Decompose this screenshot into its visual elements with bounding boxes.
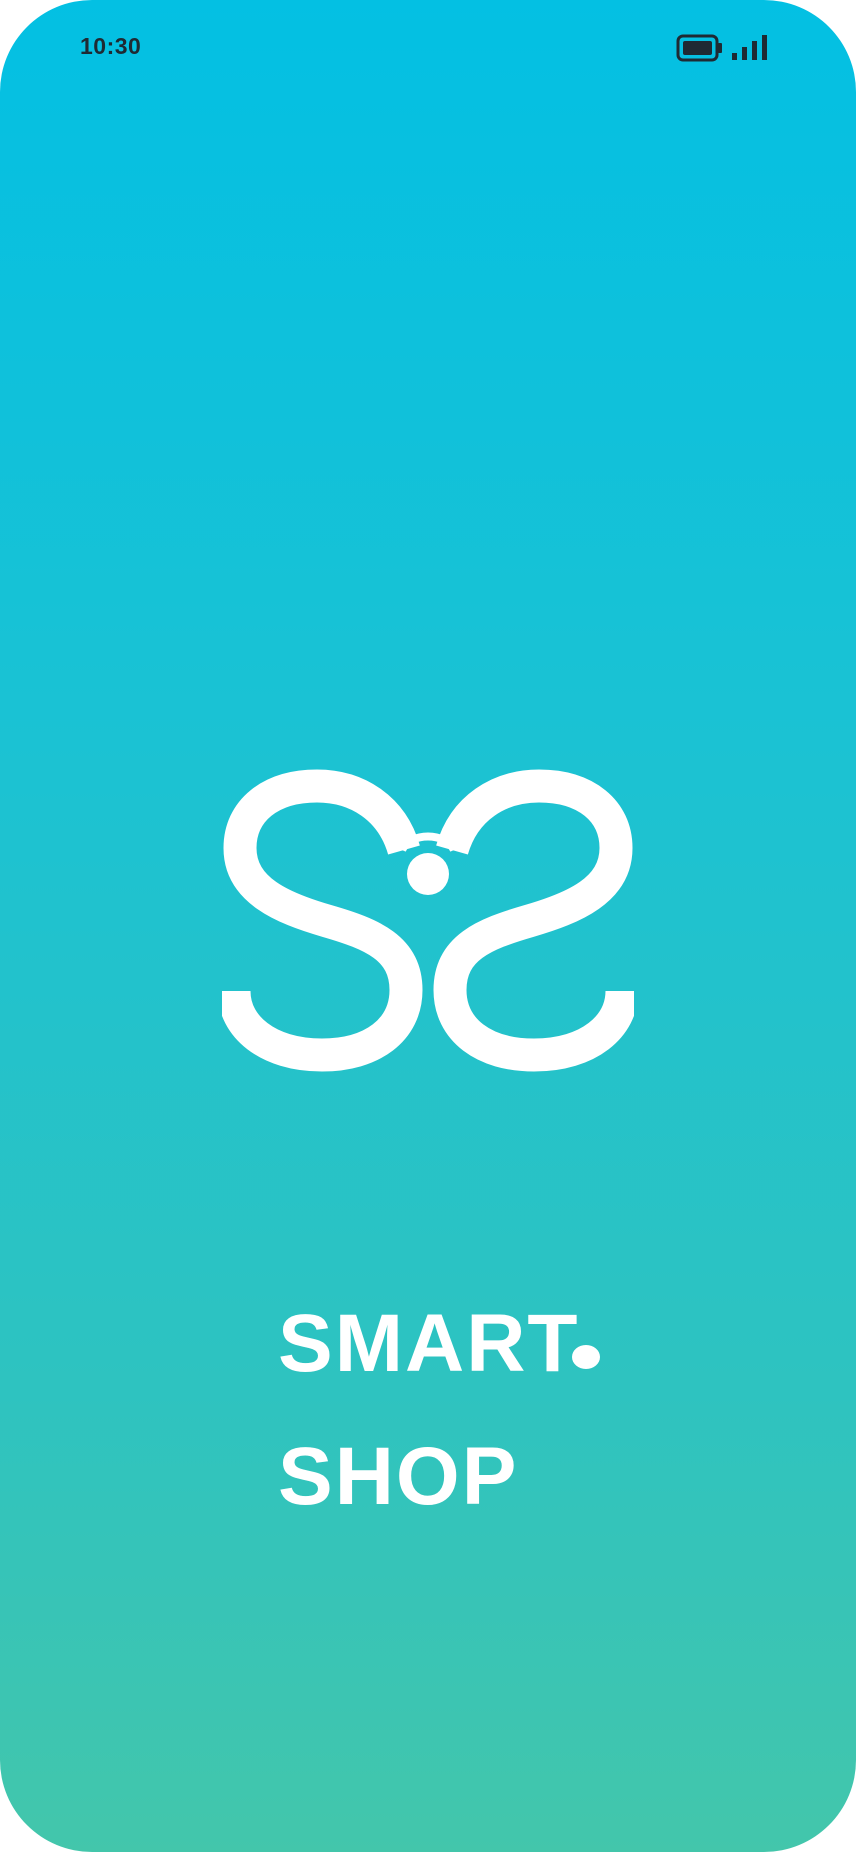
brand-name-line-1: SMART <box>278 1298 580 1389</box>
battery-icon <box>676 34 722 62</box>
signal-icon <box>732 35 767 60</box>
brand-dot <box>572 1345 600 1369</box>
splash-screen: 10:30 SMART SHOP <box>0 0 856 1852</box>
brand-name-line-2: SHOP <box>278 1431 519 1522</box>
double-s-heart-logo-icon <box>222 769 634 1072</box>
status-time: 10:30 <box>80 33 142 59</box>
status-bar: 10:30 <box>0 0 856 96</box>
